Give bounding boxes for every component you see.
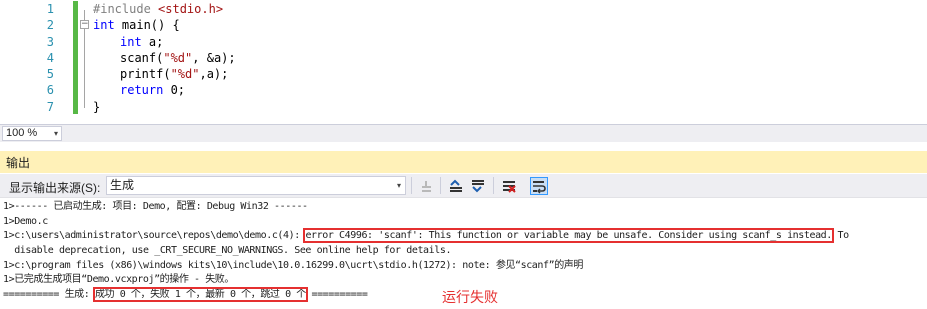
output-panel-header[interactable]: 输出 xyxy=(0,151,927,173)
output-line: 1>c:\program files (x86)\windows kits\10… xyxy=(3,259,583,271)
output-line: disable deprecation, use _CRT_SECURE_NO_… xyxy=(3,245,452,257)
collapse-region-icon[interactable]: − xyxy=(80,20,89,29)
run-failed-annotation: 运行失败 xyxy=(442,290,498,306)
keyword: int xyxy=(120,34,142,49)
line-number: 5 xyxy=(46,67,54,82)
include-header: <stdio.h> xyxy=(150,2,224,16)
error-file-path: 1>c:\users\administrator\source\repos\de… xyxy=(3,230,306,242)
chevron-down-icon[interactable]: ▾ xyxy=(54,127,58,140)
line-number: 7 xyxy=(46,99,54,114)
code-text: printf( xyxy=(120,67,171,82)
output-line: 1>Demo.c xyxy=(3,215,48,227)
code-text: , &a); xyxy=(192,50,236,65)
code-line-2: int main() { xyxy=(93,17,236,33)
output-source-label: 显示输出来源(S): xyxy=(9,181,101,195)
line-number: 4 xyxy=(46,50,54,65)
keyword: int xyxy=(93,18,115,33)
zoom-level-dropdown[interactable]: 100 % ▾ xyxy=(2,126,62,141)
code-line-5: printf("%d",a); xyxy=(93,66,236,82)
line-number-gutter: 1 2 3 4 5 6 7 xyxy=(0,1,60,115)
toolbar-separator xyxy=(411,177,412,194)
code-line-6: return 0; xyxy=(93,82,236,98)
code-line-1: #include <stdio.h> xyxy=(93,1,236,17)
code-text: a; xyxy=(141,34,164,49)
clear-all-icon[interactable] xyxy=(500,177,518,195)
output-panel: 输出 显示输出来源(S): 生成 ▾ 1>------ 已启动生成: 项目: D… xyxy=(0,143,927,309)
change-tracking-bar xyxy=(73,1,78,114)
chevron-down-icon[interactable]: ▾ xyxy=(397,177,401,194)
code-text: 0; xyxy=(163,83,186,98)
output-line: 1>c:\users\administrator\source\repos\de… xyxy=(3,228,923,244)
output-text: ========== 生成: xyxy=(3,289,95,301)
output-toolbar: 显示输出来源(S): 生成 ▾ xyxy=(0,174,927,198)
output-source-value: 生成 xyxy=(110,178,135,192)
keyword: return xyxy=(120,83,164,98)
highlighted-error-message: error C4996: 'scanf': This function or v… xyxy=(303,228,834,244)
panel-title: 输出 xyxy=(6,156,31,170)
output-line: 1>已完成生成项目“Demo.vcxproj”的操作 - 失败。 xyxy=(3,274,234,286)
code-text: ,a); xyxy=(199,67,229,82)
zoom-level-value: 100 % xyxy=(6,127,38,139)
line-number: 1 xyxy=(46,2,54,16)
output-source-select[interactable]: 生成 ▾ xyxy=(106,176,406,195)
line-number: 3 xyxy=(46,34,54,49)
code-line-4: scanf("%d", &a); xyxy=(93,50,236,66)
code-line-3: int a; xyxy=(93,34,236,50)
output-text: To xyxy=(831,230,849,242)
code-text: main() { xyxy=(114,18,180,33)
toolbar-separator xyxy=(440,177,441,194)
editor-status-strip: 100 % ▾ xyxy=(0,124,927,142)
code-line-7: } xyxy=(93,99,236,115)
preprocessor-directive: #include xyxy=(93,2,151,16)
string-literal: "%d" xyxy=(170,67,200,82)
code-editor[interactable]: 1 2 3 4 5 6 7 − #include <stdio.h> int m… xyxy=(0,0,927,124)
code-text: scanf( xyxy=(120,50,164,65)
toggle-word-wrap-icon[interactable] xyxy=(530,177,548,195)
output-text: ========== xyxy=(305,289,368,301)
goto-previous-message-icon[interactable] xyxy=(418,177,436,195)
find-previous-message-icon[interactable] xyxy=(447,177,465,195)
code-text: } xyxy=(93,99,101,114)
find-next-message-icon[interactable] xyxy=(469,177,487,195)
output-line: 1>------ 已启动生成: 项目: Demo, 配置: Debug Win3… xyxy=(3,201,308,212)
highlighted-build-summary: 成功 0 个，失败 1 个，最新 0 个，跳过 0 个 xyxy=(92,287,308,303)
line-number: 2 xyxy=(46,18,54,33)
string-literal: "%d" xyxy=(163,50,193,65)
toolbar-separator xyxy=(493,177,494,194)
line-number: 6 xyxy=(46,83,54,98)
code-area[interactable]: #include <stdio.h> int main() { int a; s… xyxy=(93,1,236,115)
